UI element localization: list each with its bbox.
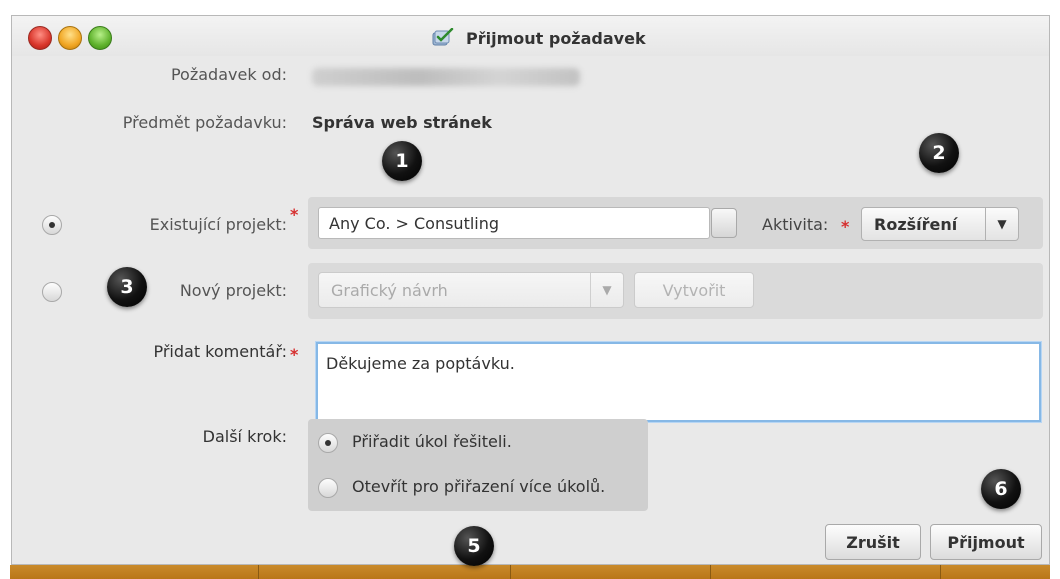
new-project-radio[interactable] bbox=[42, 282, 62, 302]
background-table-strip bbox=[10, 565, 1050, 579]
table-cell-divider bbox=[940, 565, 941, 579]
next-step-open-label[interactable]: Otevřít pro přiřazení více úkolů. bbox=[352, 477, 605, 496]
requested-by-value-redacted bbox=[312, 68, 580, 86]
step-badge-1: 1 bbox=[382, 141, 422, 181]
new-project-template-value: Grafický návrh bbox=[331, 280, 448, 300]
next-step-assign-radio[interactable] bbox=[318, 433, 338, 453]
asterisk-icon: * bbox=[290, 345, 299, 364]
next-step-label: Další krok: bbox=[202, 427, 287, 446]
window-title: Přijmout požadavek bbox=[466, 28, 646, 48]
table-cell-divider bbox=[258, 565, 259, 579]
cancel-button[interactable]: Zrušit bbox=[825, 524, 921, 560]
triangle-down-icon: ▼ bbox=[985, 208, 1018, 240]
next-step-assign-label[interactable]: Přiřadit úkol řešiteli. bbox=[352, 432, 512, 451]
create-project-button[interactable]: Vytvořit bbox=[634, 272, 754, 308]
subject-value: Správa web stránek bbox=[312, 113, 492, 132]
new-project-template-select[interactable]: Grafický návrh ▼ bbox=[318, 272, 624, 308]
step-badge-3: 3 bbox=[107, 267, 147, 307]
accept-button[interactable]: Přijmout bbox=[930, 524, 1042, 560]
existing-project-label: Existující projekt: bbox=[149, 215, 287, 234]
triangle-down-icon: ▼ bbox=[590, 273, 623, 307]
asterisk-icon: * bbox=[841, 217, 850, 236]
existing-project-radio[interactable] bbox=[42, 215, 62, 235]
project-picker-button[interactable] bbox=[711, 208, 737, 238]
comment-textarea[interactable]: Děkujeme za poptávku. bbox=[316, 342, 1041, 422]
close-window-button[interactable] bbox=[28, 26, 52, 50]
table-cell-divider bbox=[710, 565, 711, 579]
zoom-window-button[interactable] bbox=[88, 26, 112, 50]
new-project-label: Nový projekt: bbox=[179, 281, 287, 300]
checklist-icon bbox=[432, 27, 454, 48]
requested-by-label: Požadavek od: bbox=[170, 65, 287, 84]
subject-label: Předmět požadavku: bbox=[122, 113, 287, 132]
step-badge-6: 6 bbox=[981, 469, 1021, 509]
window-title-group: Přijmout požadavek bbox=[432, 27, 646, 49]
title-bar: Přijmout požadavek bbox=[12, 16, 1049, 56]
step-badge-2: 2 bbox=[919, 133, 959, 173]
activity-select-value: Rozšíření bbox=[874, 214, 958, 234]
minimize-window-button[interactable] bbox=[58, 26, 82, 50]
activity-label: Aktivita: bbox=[762, 215, 829, 234]
asterisk-icon: * bbox=[290, 205, 299, 224]
existing-project-input[interactable]: Any Co. > Consutling bbox=[318, 207, 710, 239]
activity-select[interactable]: Rozšíření ▼ bbox=[861, 207, 1019, 241]
comment-label: Přidat komentář: bbox=[153, 342, 287, 361]
table-cell-divider bbox=[510, 565, 511, 579]
accept-request-dialog: Přijmout požadavek Požadavek od: Předmět… bbox=[11, 15, 1050, 566]
next-step-open-radio[interactable] bbox=[318, 478, 338, 498]
step-badge-5: 5 bbox=[454, 526, 494, 566]
